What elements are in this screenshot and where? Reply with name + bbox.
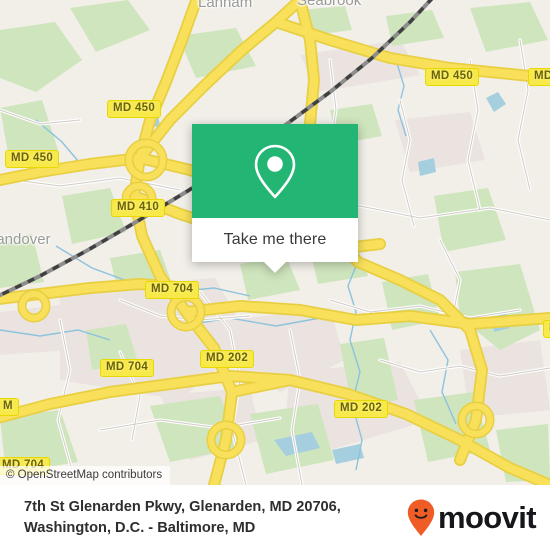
address-line-1: 7th St Glenarden Pkwy, Glenarden, MD 207…	[24, 498, 341, 515]
place-label-seabrook: Seabrook	[297, 0, 362, 9]
road-shield-md-704-mid[interactable]: MD 704	[100, 359, 155, 377]
footer-bar: 7th St Glenarden Pkwy, Glenarden, MD 207…	[0, 485, 550, 550]
callout-pointer-tail	[264, 262, 286, 273]
road-shield-md-450-left[interactable]: MD 450	[5, 150, 60, 168]
road-shield-md-edge-right[interactable]: MD	[528, 68, 550, 86]
callout-icon-area	[192, 124, 358, 218]
moovit-map-screenshot: Lanham Seabrook Landover MD 450 MD 450 M…	[0, 0, 550, 550]
road-shield-edge-right-2[interactable]: M	[543, 320, 550, 338]
place-label-lanham: Lanham	[198, 0, 253, 11]
osm-attribution[interactable]: © OpenStreetMap contributors	[0, 466, 171, 485]
address-block: 7th St Glenarden Pkwy, Glenarden, MD 207…	[24, 497, 341, 539]
address-line-2: Washington, D.C. - Baltimore, MD	[24, 519, 256, 536]
road-shield-md-450-top[interactable]: MD 450	[107, 100, 162, 118]
take-me-there-label: Take me there	[223, 231, 327, 248]
road-shield-md-704-top[interactable]: MD 704	[145, 281, 200, 299]
moovit-smiley-pin-icon	[407, 499, 435, 536]
road-shield-md-202-low[interactable]: MD 202	[334, 400, 389, 418]
callout-button-area[interactable]: Take me there	[192, 218, 358, 273]
place-label-landover: Landover	[0, 231, 51, 248]
moovit-brand[interactable]: moovit	[406, 498, 537, 538]
road-shield-md-202-mid[interactable]: MD 202	[200, 350, 255, 368]
road-shield-edge-left-2[interactable]: M	[0, 398, 19, 416]
road-shield-md-450-right[interactable]: MD 450	[425, 68, 480, 86]
road-shield-md-410[interactable]: MD 410	[111, 199, 166, 217]
moovit-wordmark: moovit	[437, 500, 537, 535]
map-pin-icon	[254, 144, 296, 199]
take-me-there-callout[interactable]: Take me there	[192, 124, 358, 273]
